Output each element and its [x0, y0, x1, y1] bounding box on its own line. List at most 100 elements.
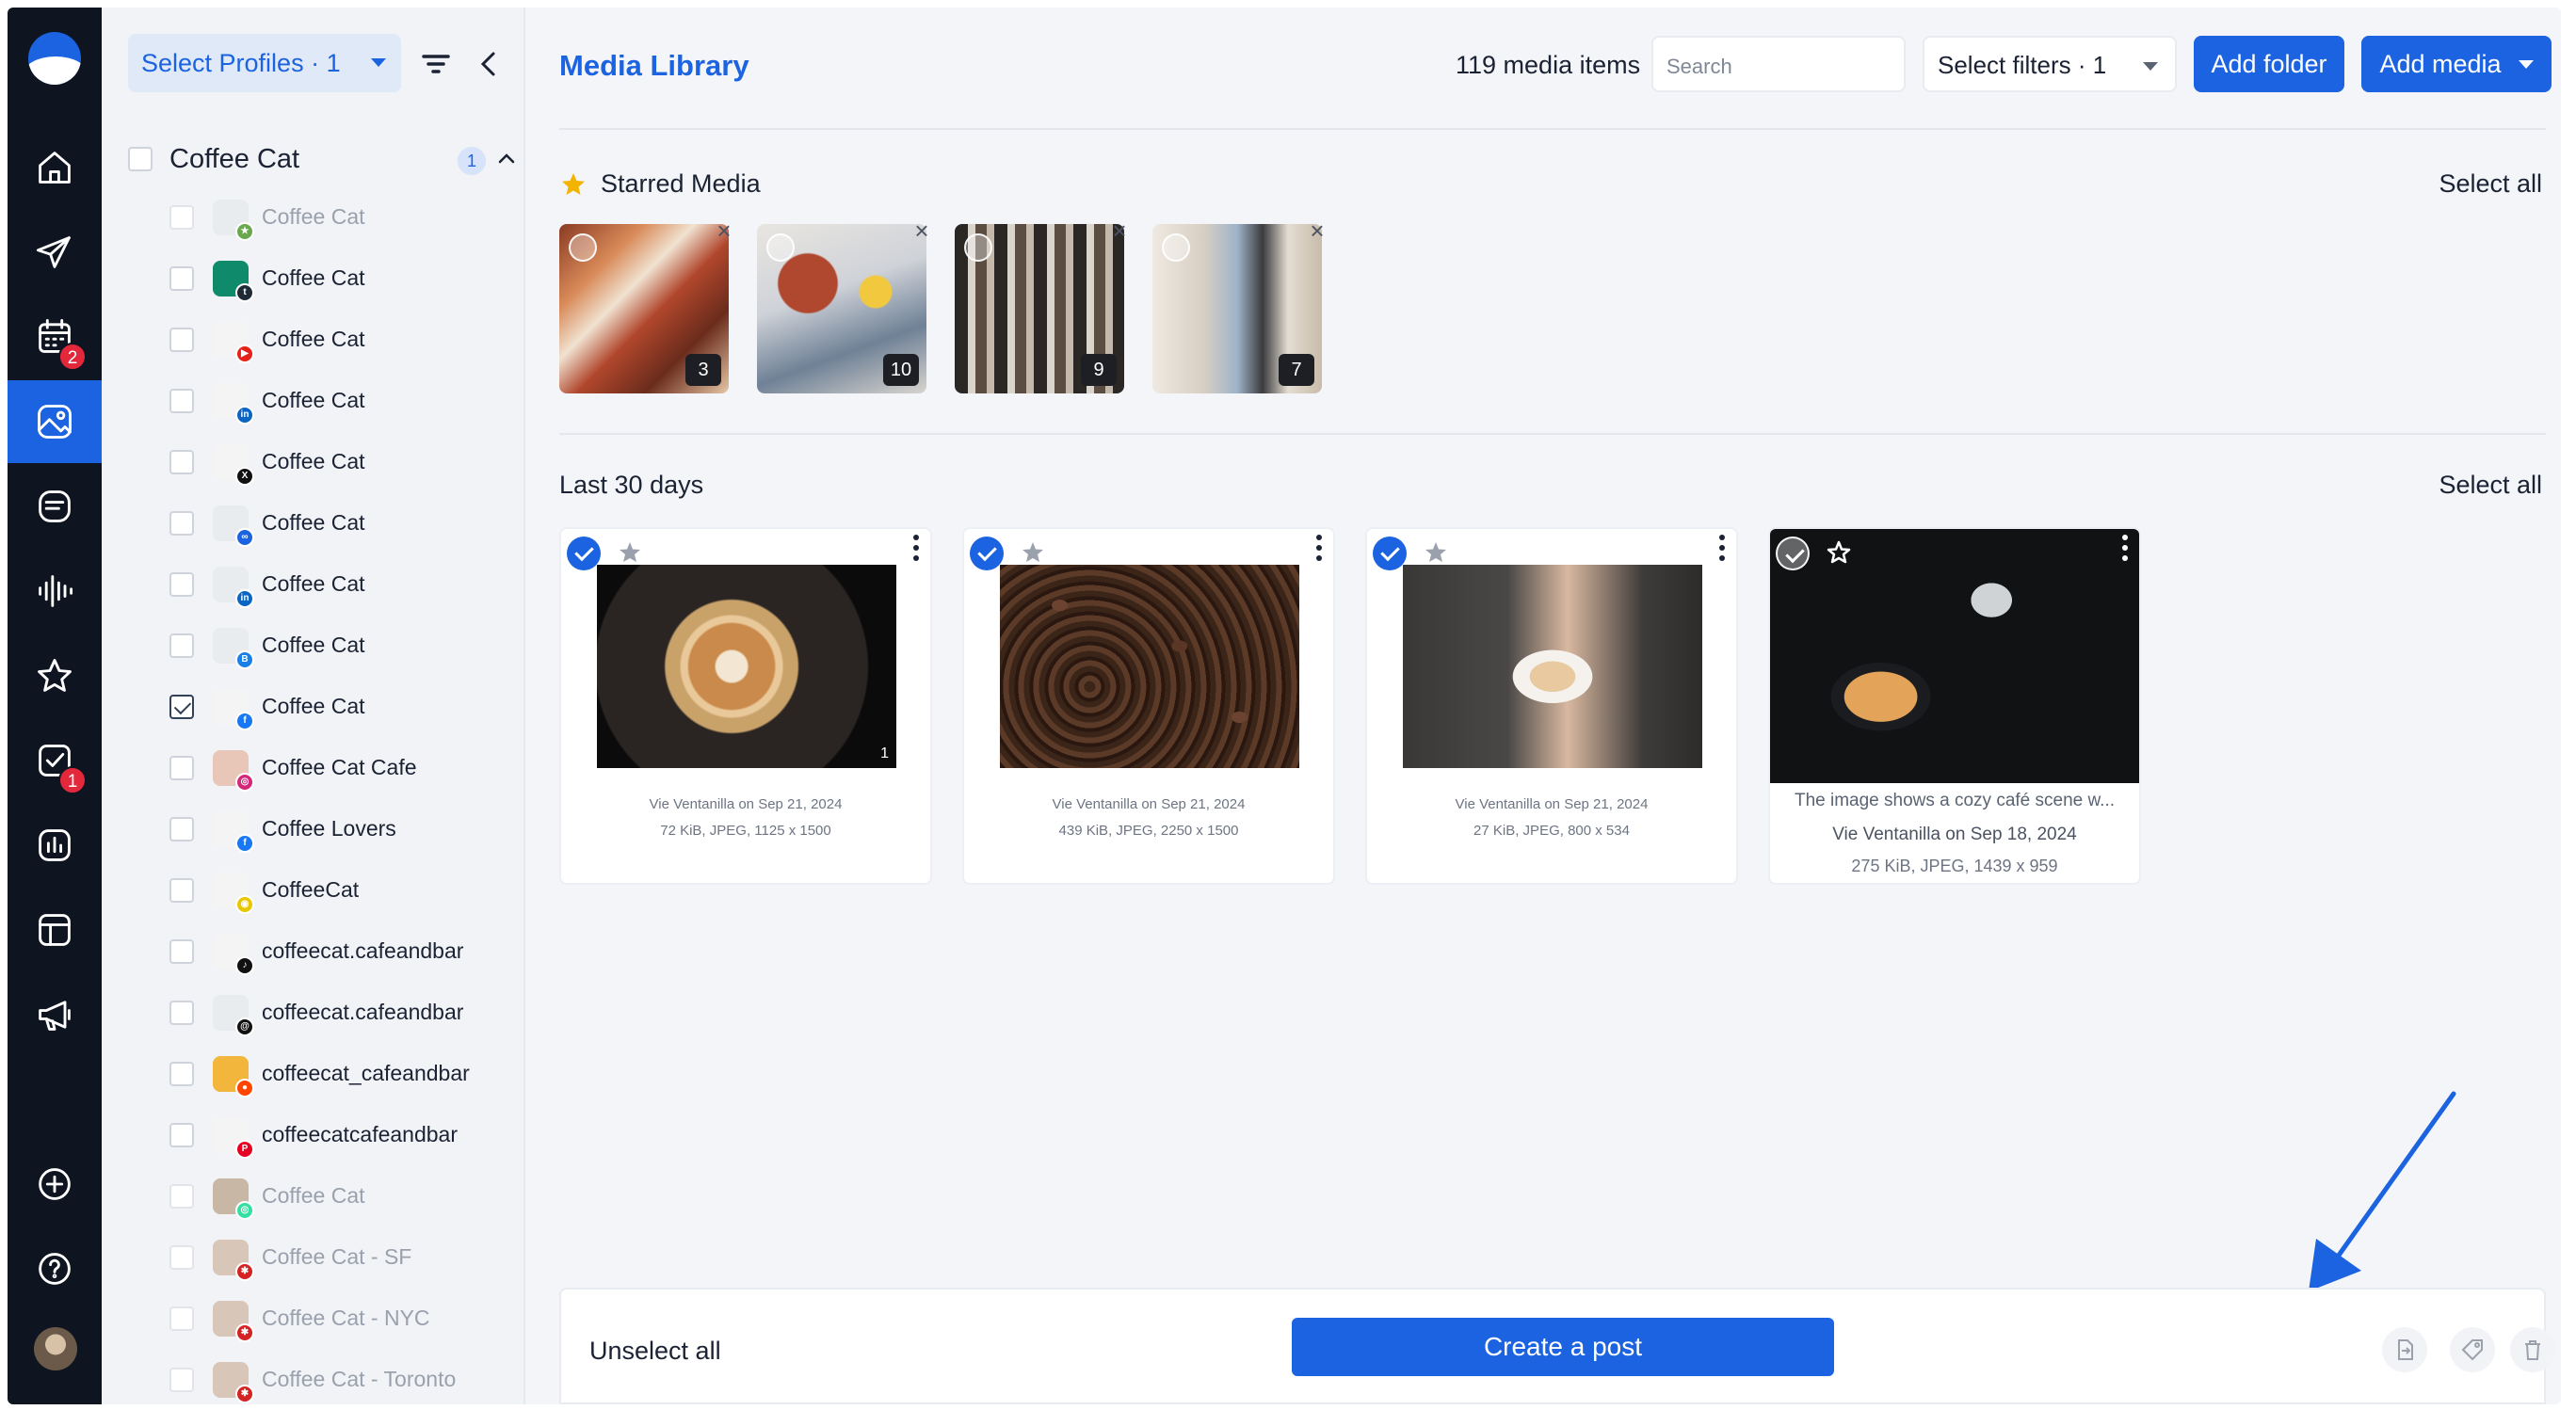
- profile-checkbox[interactable]: [169, 510, 194, 536]
- star-outline-icon[interactable]: [1019, 538, 1047, 567]
- publish-icon[interactable]: [8, 211, 102, 294]
- unselected-check-icon[interactable]: [1776, 537, 1810, 570]
- export-icon[interactable]: [2382, 1327, 2427, 1372]
- star-outline-icon[interactable]: [1825, 538, 1853, 567]
- create-post-button[interactable]: Create a post: [1292, 1318, 1834, 1376]
- profile-item[interactable]: ★ Coffee Cat: [169, 186, 518, 248]
- profile-checkbox[interactable]: [169, 877, 194, 903]
- chevron-up-icon[interactable]: [495, 147, 518, 169]
- profile-checkbox[interactable]: [169, 204, 194, 230]
- profile-item[interactable]: ✱ Coffee Cat - Toronto: [169, 1349, 518, 1404]
- media-card[interactable]: Vie Ventanilla on Sep 21, 2024 439 KiB, …: [962, 527, 1335, 885]
- home-icon[interactable]: [8, 126, 102, 209]
- unselect-all-link[interactable]: Unselect all: [589, 1337, 721, 1366]
- profile-item[interactable]: ● coffeecat_cafeandbar: [169, 1043, 518, 1104]
- profile-group-coffee-cat[interactable]: Coffee Cat 1: [128, 137, 515, 181]
- profile-item[interactable]: in Coffee Cat: [169, 370, 518, 431]
- search-input[interactable]: Search: [1651, 36, 1906, 92]
- select-all-recent-link[interactable]: Select all: [2439, 471, 2542, 500]
- unstar-close-icon[interactable]: ×: [910, 218, 934, 243]
- analytics-icon[interactable]: [8, 804, 102, 887]
- profile-item[interactable]: ◉ CoffeeCat: [169, 859, 518, 921]
- profile-checkbox[interactable]: [169, 1000, 194, 1025]
- profile-item[interactable]: f Coffee Cat: [169, 676, 518, 737]
- more-options-icon[interactable]: [2120, 535, 2130, 563]
- profile-item[interactable]: f Coffee Lovers: [169, 798, 518, 859]
- profile-item[interactable]: ✱ Coffee Cat - SF: [169, 1226, 518, 1288]
- profile-checkbox[interactable]: [169, 449, 194, 474]
- starred-media-item[interactable]: × 7: [1152, 218, 1325, 393]
- select-filters-dropdown[interactable]: Select filters · 1: [1923, 36, 2177, 92]
- layout-icon[interactable]: [8, 889, 102, 971]
- unstar-close-icon[interactable]: ×: [1107, 218, 1132, 243]
- profile-checkbox[interactable]: [169, 571, 194, 597]
- profile-item[interactable]: in Coffee Cat: [169, 553, 518, 615]
- profile-checkbox[interactable]: [169, 327, 194, 352]
- profile-item[interactable]: ♪ coffeecat.cafeandbar: [169, 921, 518, 982]
- inbox-icon[interactable]: [8, 465, 102, 548]
- add-folder-button[interactable]: Add folder: [2194, 36, 2344, 92]
- profile-checkbox[interactable]: [169, 1122, 194, 1147]
- more-options-icon[interactable]: [911, 535, 921, 563]
- profile-item[interactable]: ∞ Coffee Cat: [169, 492, 518, 553]
- media-card[interactable]: The image shows a cozy café scene w... V…: [1768, 527, 2141, 885]
- profile-checkbox[interactable]: [169, 1367, 194, 1392]
- collapse-sidebar-icon[interactable]: [476, 49, 501, 79]
- select-circle[interactable]: [1162, 233, 1190, 262]
- more-options-icon[interactable]: [1314, 535, 1324, 563]
- profile-checkbox[interactable]: [169, 1183, 194, 1209]
- select-all-starred-link[interactable]: Select all: [2439, 169, 2542, 199]
- profile-checkbox[interactable]: [169, 694, 194, 719]
- more-options-icon[interactable]: [1717, 535, 1727, 563]
- trash-icon[interactable]: [2510, 1327, 2555, 1372]
- profile-item[interactable]: Pcoffeecatcafeandbar: [169, 1104, 518, 1165]
- megaphone-icon[interactable]: [8, 973, 102, 1056]
- starred-media-item[interactable]: × 10: [757, 218, 929, 393]
- select-circle[interactable]: [964, 233, 992, 262]
- profile-checkbox[interactable]: [169, 1244, 194, 1270]
- unstar-close-icon[interactable]: ×: [1305, 218, 1329, 243]
- profile-checkbox[interactable]: [169, 1061, 194, 1086]
- selected-check-icon[interactable]: [1373, 537, 1407, 570]
- reviews-star-icon[interactable]: [8, 634, 102, 717]
- select-profiles-dropdown[interactable]: Select Profiles · 1: [128, 34, 401, 92]
- selected-check-icon[interactable]: [970, 537, 1004, 570]
- profile-item[interactable]: @ coffeecat.cafeandbar: [169, 982, 518, 1043]
- add-media-button[interactable]: Add media: [2361, 36, 2552, 92]
- media-library-icon[interactable]: [8, 380, 102, 463]
- add-circle-icon[interactable]: [8, 1143, 102, 1226]
- profile-item[interactable]: ✱ Coffee Cat - NYC: [169, 1288, 518, 1349]
- selected-check-icon[interactable]: [567, 537, 601, 570]
- star-outline-icon[interactable]: [616, 538, 644, 567]
- select-circle[interactable]: [569, 233, 597, 262]
- profile-item[interactable]: ◎ Coffee Cat Cafe: [169, 737, 518, 798]
- tasks-icon[interactable]: 1: [8, 719, 102, 802]
- starred-media-item[interactable]: × 9: [955, 218, 1127, 393]
- profile-checkbox[interactable]: [169, 816, 194, 841]
- profile-item[interactable]: B Coffee Cat: [169, 615, 518, 676]
- profile-item[interactable]: ◎ Coffee Cat: [169, 1165, 518, 1226]
- profile-checkbox[interactable]: [169, 755, 194, 780]
- starred-media-item[interactable]: × 3: [559, 218, 732, 393]
- profile-checkbox[interactable]: [169, 633, 194, 658]
- user-avatar[interactable]: [34, 1327, 77, 1370]
- profile-item[interactable]: ▶ Coffee Cat: [169, 309, 518, 370]
- profile-checkbox[interactable]: [169, 938, 194, 964]
- media-card[interactable]: Vie Ventanilla on Sep 21, 2024 27 KiB, J…: [1365, 527, 1738, 885]
- help-icon[interactable]: [8, 1227, 102, 1310]
- select-circle[interactable]: [766, 233, 795, 262]
- tag-icon[interactable]: [2450, 1327, 2495, 1372]
- profile-item[interactable]: t Coffee Cat: [169, 248, 518, 309]
- profile-item[interactable]: X Coffee Cat: [169, 431, 518, 492]
- unstar-close-icon[interactable]: ×: [712, 218, 736, 243]
- app-logo[interactable]: [28, 32, 81, 85]
- profile-checkbox[interactable]: [169, 1306, 194, 1331]
- listening-icon[interactable]: [8, 550, 102, 633]
- calendar-icon[interactable]: 2: [8, 296, 102, 378]
- media-card[interactable]: 1 Vie Ventanilla on Sep 21, 2024 72 KiB,…: [559, 527, 932, 885]
- star-outline-icon[interactable]: [1422, 538, 1450, 567]
- profile-checkbox[interactable]: [169, 265, 194, 291]
- filter-icon[interactable]: [420, 51, 452, 77]
- group-checkbox[interactable]: [128, 147, 153, 171]
- profile-checkbox[interactable]: [169, 388, 194, 413]
